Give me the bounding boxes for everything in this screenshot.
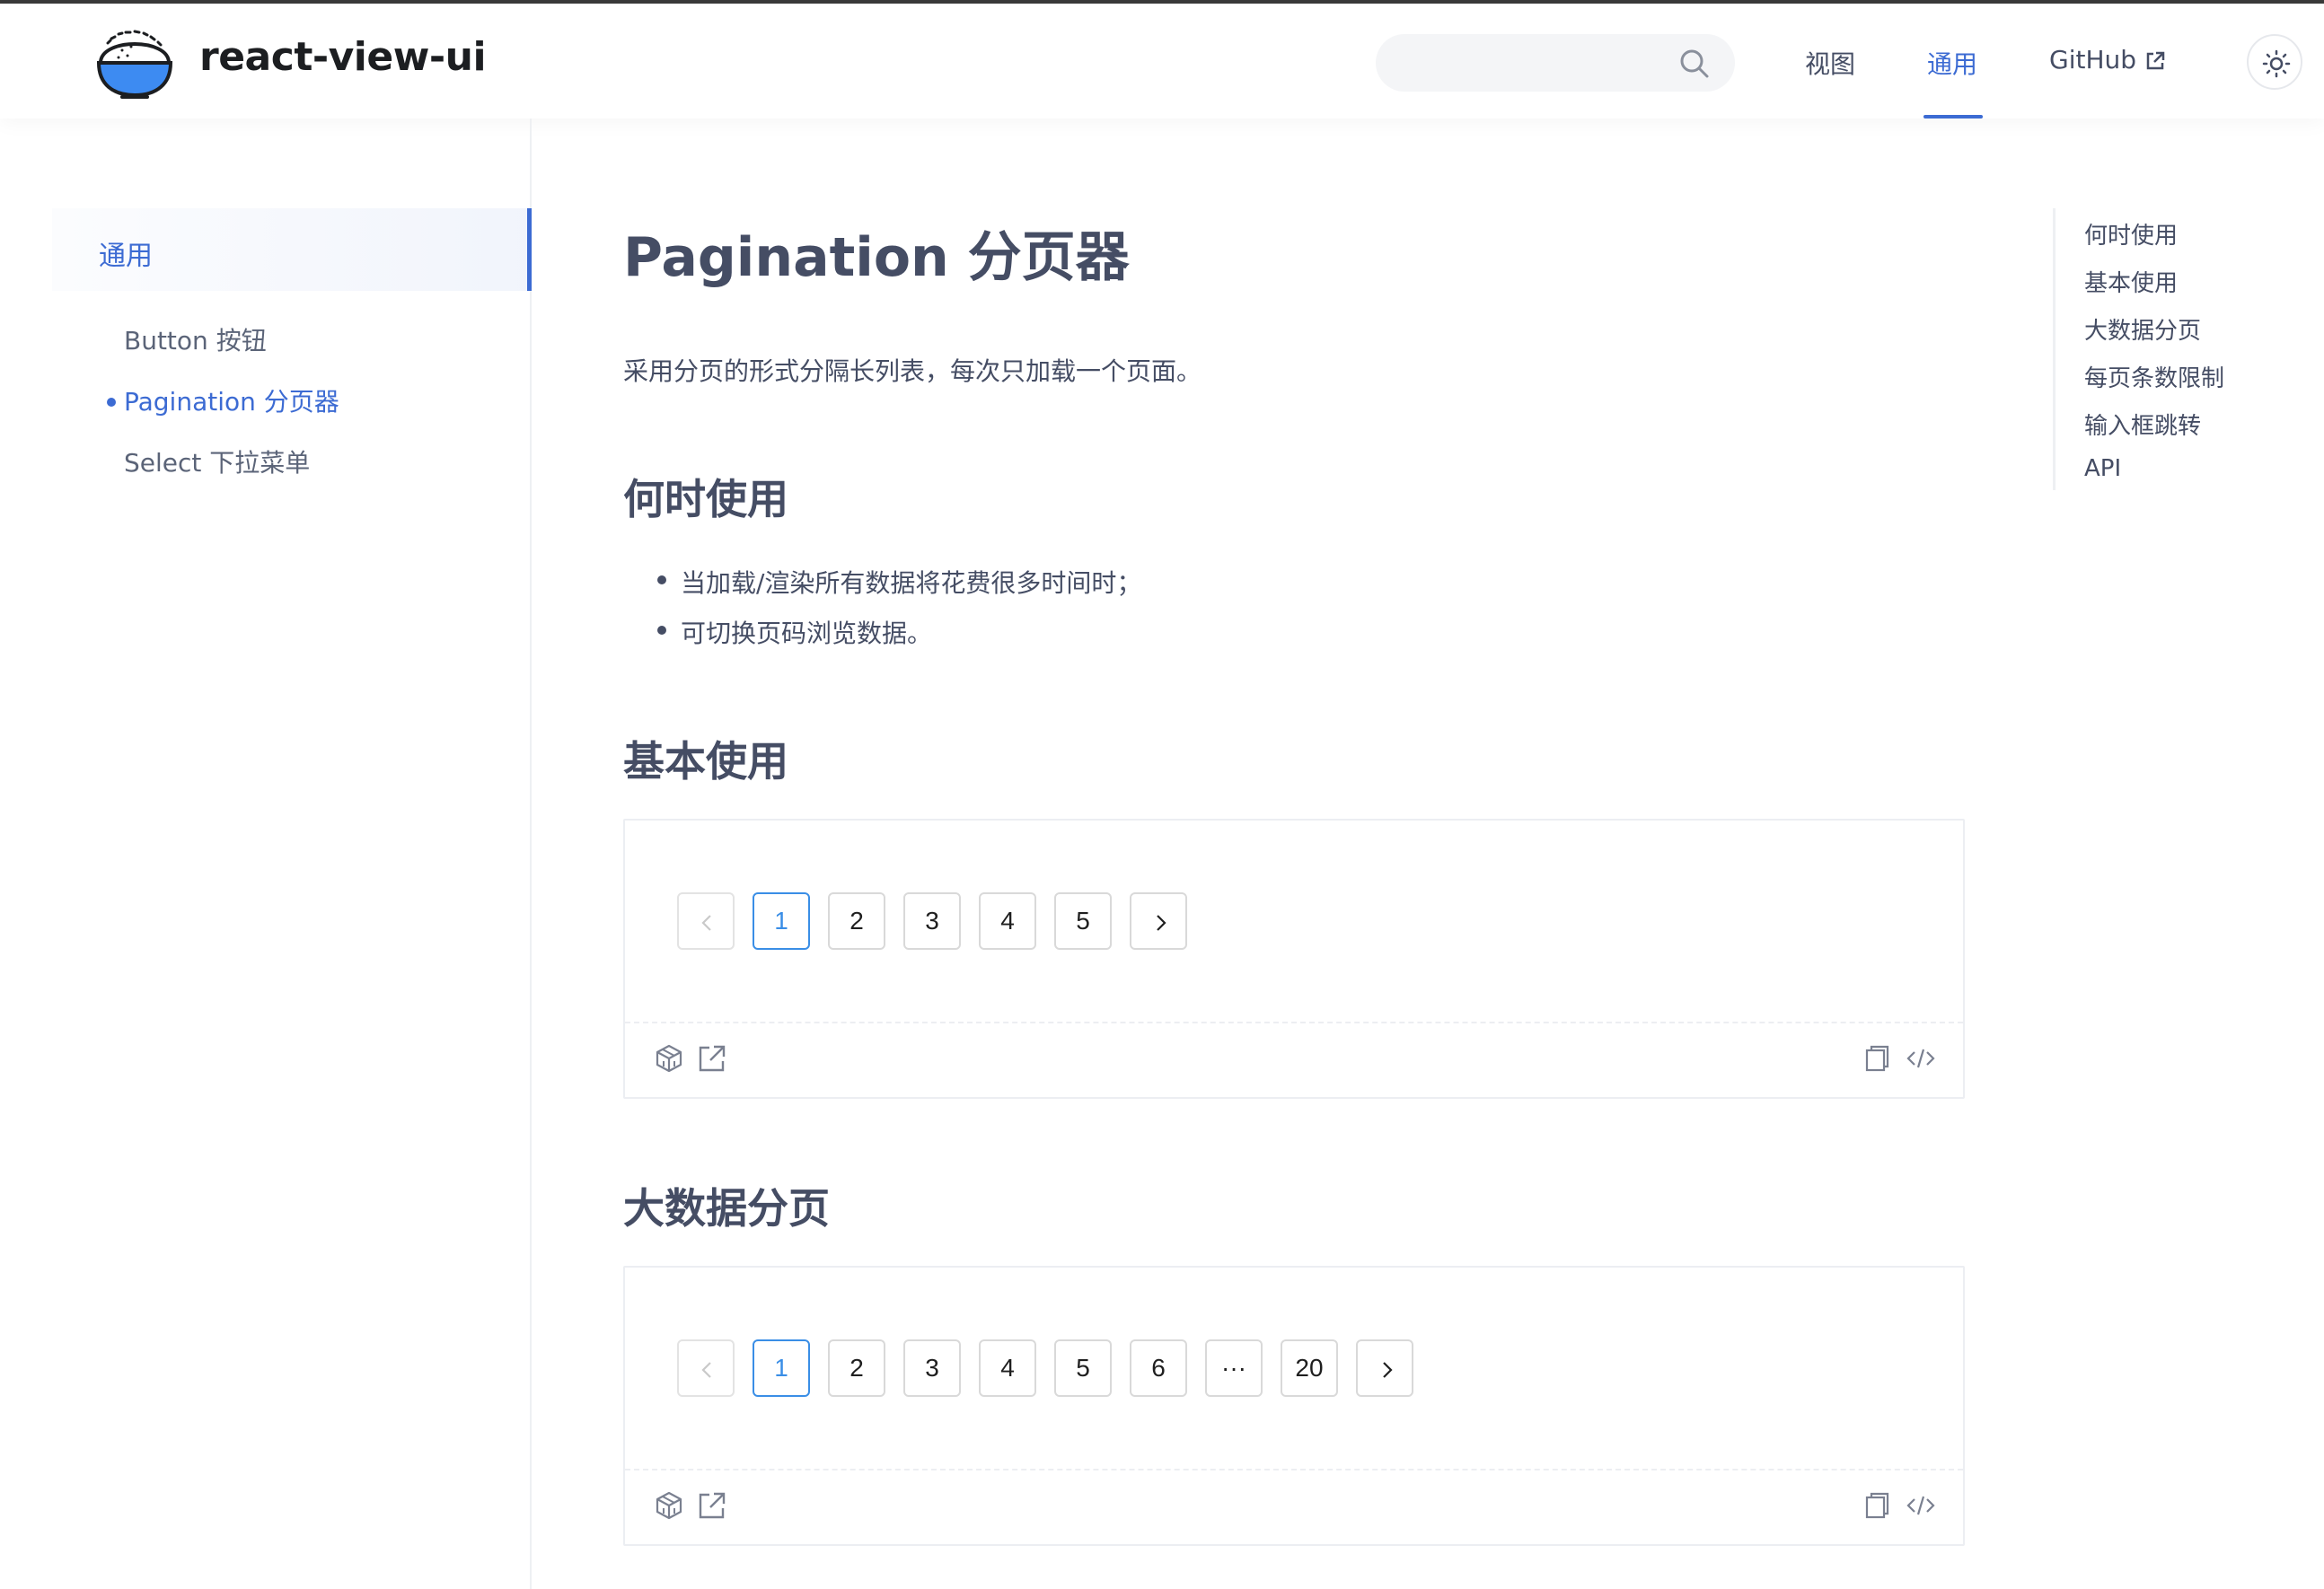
codesandbox-icon[interactable] (654, 1043, 684, 1074)
list-item: 当加载/渲染所有数据将花费很多时间时； (681, 568, 1142, 598)
nav-general[interactable]: 通用 (1927, 45, 1977, 81)
codesandbox-icon[interactable] (654, 1490, 684, 1521)
pagination-page[interactable]: 5 (1054, 892, 1112, 950)
code-icon[interactable] (1906, 1043, 1936, 1074)
chevron-right-icon (1157, 915, 1166, 931)
list-item: 可切换页码浏览数据。 (681, 619, 933, 648)
section-title-when: 何时使用 (623, 475, 788, 523)
brand-name[interactable]: react-view-ui (199, 34, 487, 80)
demo-basic: 1 2 3 4 5 (623, 819, 1965, 1099)
demo-preview: 1 2 3 4 5 (625, 821, 1963, 1023)
page-title: Pagination 分页器 (623, 226, 1130, 289)
open-external-icon[interactable] (697, 1490, 727, 1521)
pagination-page[interactable]: 6 (1130, 1339, 1187, 1397)
pagination-page[interactable]: 2 (828, 892, 885, 950)
toc-item-page-size[interactable]: 每页条数限制 (2084, 360, 2224, 393)
sidebar-group-label: 通用 (99, 241, 153, 272)
open-external-icon[interactable] (697, 1043, 727, 1074)
pagination-prev-button[interactable] (677, 1339, 735, 1397)
demo-preview: 1 2 3 4 5 6 ··· 20 (625, 1268, 1963, 1470)
chevron-right-icon (1383, 1362, 1393, 1378)
sidebar-item-select[interactable]: Select 下拉菜单 (124, 443, 310, 479)
search-icon[interactable] (1677, 47, 1712, 81)
pagination-page[interactable]: 3 (903, 892, 961, 950)
sidebar-group-general[interactable]: 通用 (52, 208, 532, 291)
copy-icon[interactable] (1862, 1490, 1893, 1521)
sidebar: 通用 Button 按钮 Pagination 分页器 Select 下拉菜单 (0, 119, 532, 1589)
nav-github[interactable]: GitHub (2049, 45, 2136, 75)
section-title-big: 大数据分页 (623, 1184, 830, 1233)
logo-rice-bowl-icon[interactable] (95, 23, 174, 102)
page-intro: 采用分页的形式分隔长列表，每次只加载一个页面。 (623, 356, 1202, 386)
sidebar-item-button[interactable]: Button 按钮 (124, 321, 267, 357)
pagination-page[interactable]: 2 (828, 1339, 885, 1397)
site-header: react-view-ui 视图 通用 GitHub (0, 4, 2324, 119)
section-title-basic: 基本使用 (623, 737, 788, 786)
toc-item-basic[interactable]: 基本使用 (2084, 265, 2178, 298)
toc-item-big-data[interactable]: 大数据分页 (2084, 312, 2201, 346)
nav-view[interactable]: 视图 (1805, 45, 1855, 81)
sidebar-item-pagination[interactable]: Pagination 分页器 (124, 382, 339, 418)
table-of-contents: 何时使用 基本使用 大数据分页 每页条数限制 输入框跳转 API (2053, 208, 2304, 490)
pagination-page[interactable]: 4 (979, 1339, 1036, 1397)
pagination-next-button[interactable] (1130, 892, 1187, 950)
external-link-icon (2146, 51, 2165, 70)
demo-big-data: 1 2 3 4 5 6 ··· 20 (623, 1266, 1965, 1546)
chevron-left-icon (701, 915, 711, 931)
theme-toggle-button[interactable] (2247, 34, 2302, 90)
bullet-icon (657, 626, 666, 635)
pagination-page[interactable]: 5 (1054, 1339, 1112, 1397)
code-icon[interactable] (1906, 1490, 1936, 1521)
bullet-icon (657, 575, 666, 584)
pagination-next-button[interactable] (1356, 1339, 1413, 1397)
pagination-page[interactable]: 1 (753, 892, 810, 950)
pagination-prev-button[interactable] (677, 892, 735, 950)
copy-icon[interactable] (1862, 1043, 1893, 1074)
toc-item-when[interactable]: 何时使用 (2084, 217, 2178, 250)
pagination-page[interactable]: 1 (753, 1339, 810, 1397)
nav-active-indicator (1923, 115, 1983, 119)
pagination-page[interactable]: 3 (903, 1339, 961, 1397)
active-dot-icon (107, 398, 116, 407)
pagination-page[interactable]: 4 (979, 892, 1036, 950)
toc-item-api[interactable]: API (2084, 455, 2121, 482)
pagination-ellipsis[interactable]: ··· (1205, 1339, 1263, 1397)
pagination-page[interactable]: 20 (1281, 1339, 1338, 1397)
chevron-left-icon (701, 1362, 711, 1378)
toc-item-jumper[interactable]: 输入框跳转 (2084, 408, 2201, 441)
sun-icon (2262, 49, 2291, 78)
